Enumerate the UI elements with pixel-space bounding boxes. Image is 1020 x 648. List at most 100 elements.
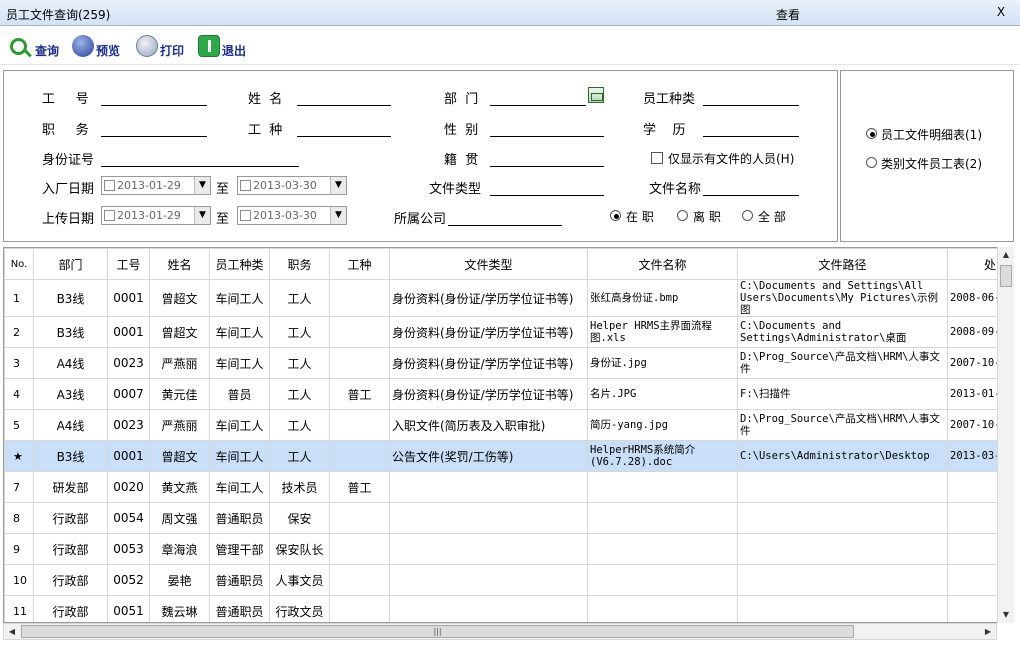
table-row[interactable]: 3 A4线 0023 严燕丽 车间工人 工人 身份资料(身份证/学历学位证书等) 身份证.jp… [4, 347, 1008, 379]
emp-type-input[interactable] [703, 88, 799, 106]
col-header-worktype[interactable]: 工种 [329, 248, 390, 280]
cell-file-path[interactable] [737, 502, 948, 534]
upload-to-checkbox[interactable] [240, 210, 251, 221]
cell-emp-no[interactable]: 0054 [107, 502, 150, 534]
cell-position[interactable]: 工人 [269, 378, 330, 410]
col-header-filetype[interactable]: 文件类型 [389, 248, 588, 280]
cell-file-type[interactable] [389, 471, 588, 503]
cell-name[interactable]: 周文强 [149, 502, 210, 534]
only-with-files-checkbox[interactable] [651, 152, 663, 164]
education-input[interactable] [703, 119, 799, 137]
cell-name[interactable]: 黄文燕 [149, 471, 210, 503]
upload-to-picker[interactable]: 2013-03-30 ▼ [237, 206, 347, 225]
cell-emp-no[interactable]: 0001 [107, 440, 150, 472]
cell-name[interactable]: 曾超文 [149, 440, 210, 472]
col-header-emptype[interactable]: 员工种类 [209, 248, 270, 280]
cell-name[interactable]: 严燕丽 [149, 409, 210, 441]
cell-position[interactable]: 技术员 [269, 471, 330, 503]
cell-emp-no[interactable]: 0001 [107, 316, 150, 348]
cell-dept[interactable]: 行政部 [33, 595, 108, 622]
cell-row-no[interactable]: 4 [4, 378, 34, 410]
cell-position[interactable]: 工人 [269, 347, 330, 379]
cell-emp-type[interactable]: 普员 [209, 378, 270, 410]
cell-name[interactable]: 魏云琳 [149, 595, 210, 622]
cell-file-name[interactable]: 名片.JPG [587, 378, 738, 410]
emp-no-input[interactable] [101, 88, 207, 106]
cell-file-name[interactable] [587, 502, 738, 534]
cell-dept[interactable]: 行政部 [33, 502, 108, 534]
chevron-down-icon[interactable]: ▼ [330, 207, 346, 224]
cell-work-type[interactable] [329, 316, 390, 348]
cell-emp-no[interactable]: 0051 [107, 595, 150, 622]
cell-file-path[interactable]: D:\Prog_Source\产品文档\HRM\人事文件 [737, 409, 948, 441]
cell-file-name[interactable] [587, 564, 738, 596]
upload-from-checkbox[interactable] [104, 210, 115, 221]
cell-file-path[interactable]: C:\Documents and Settings\All Users\Docu… [737, 279, 948, 317]
hire-from-checkbox[interactable] [104, 180, 115, 191]
dept-input[interactable] [490, 88, 586, 106]
cell-file-path[interactable] [737, 564, 948, 596]
cell-name[interactable]: 严燕丽 [149, 347, 210, 379]
cell-work-type[interactable] [329, 279, 390, 317]
cell-emp-type[interactable]: 车间工人 [209, 409, 270, 441]
cell-row-no[interactable]: 1 [4, 279, 34, 317]
gender-input[interactable] [490, 119, 604, 137]
upload-from-picker[interactable]: 2013-01-29 ▼ [101, 206, 211, 225]
cell-emp-type[interactable]: 管理干部 [209, 533, 270, 565]
cell-emp-no[interactable]: 0023 [107, 347, 150, 379]
cell-file-type[interactable]: 身份资料(身份证/学历学位证书等) [389, 347, 588, 379]
cell-file-type[interactable] [389, 533, 588, 565]
chevron-down-icon[interactable]: ▼ [330, 177, 346, 194]
cell-position[interactable]: 行政文员 [269, 595, 330, 622]
cell-dept[interactable]: B3线 [33, 279, 108, 317]
name-input[interactable] [297, 88, 391, 106]
cell-file-type[interactable]: 身份资料(身份证/学历学位证书等) [389, 316, 588, 348]
cell-file-type[interactable] [389, 564, 588, 596]
file-type-input[interactable] [490, 178, 604, 196]
table-row[interactable]: 10 行政部 0052 晏艳 普通职员 人事文员 [4, 564, 1008, 596]
cell-row-no[interactable]: 10 [4, 564, 34, 596]
cell-file-type[interactable]: 身份资料(身份证/学历学位证书等) [389, 279, 588, 317]
cell-file-path[interactable]: C:\Documents and Settings\Administrator\… [737, 316, 948, 348]
vertical-scrollbar[interactable]: ▲ ▼ [997, 247, 1014, 623]
cell-position[interactable]: 保安队长 [269, 533, 330, 565]
col-header-no[interactable]: No. [4, 248, 34, 280]
cell-file-path[interactable] [737, 471, 948, 503]
col-header-empno[interactable]: 工号 [107, 248, 150, 280]
vertical-scroll-thumb[interactable] [1000, 265, 1012, 287]
file-name-input[interactable] [703, 178, 799, 196]
exit-button[interactable]: 退出 [198, 33, 246, 59]
cell-name[interactable]: 晏艳 [149, 564, 210, 596]
cell-file-path[interactable]: F:\扫描件 [737, 378, 948, 410]
cell-file-name[interactable]: 简历-yang.jpg [587, 409, 738, 441]
report-category-radio[interactable] [866, 157, 877, 168]
cell-file-type[interactable] [389, 502, 588, 534]
calendar-icon[interactable] [588, 87, 604, 103]
work-type-input[interactable] [297, 119, 391, 137]
cell-name[interactable]: 曾超文 [149, 316, 210, 348]
table-row[interactable]: 2 B3线 0001 曾超文 车间工人 工人 身份资料(身份证/学历学位证书等) Helper… [4, 316, 1008, 348]
scroll-down-icon[interactable]: ▼ [998, 607, 1014, 623]
cell-position[interactable]: 工人 [269, 279, 330, 317]
cell-file-name[interactable]: HelperHRMS系统简介(V6.7.28).doc [587, 440, 738, 472]
cell-emp-no[interactable]: 0023 [107, 409, 150, 441]
cell-work-type[interactable] [329, 595, 390, 622]
cell-emp-type[interactable]: 车间工人 [209, 440, 270, 472]
scroll-left-icon[interactable]: ◀ [4, 624, 20, 639]
cell-dept[interactable]: 研发部 [33, 471, 108, 503]
col-header-filepath[interactable]: 文件路径 [737, 248, 948, 280]
cell-file-path[interactable] [737, 595, 948, 622]
cell-emp-no[interactable]: 0020 [107, 471, 150, 503]
cell-file-name[interactable]: 身份证.jpg [587, 347, 738, 379]
hire-to-checkbox[interactable] [240, 180, 251, 191]
chevron-down-icon[interactable]: ▼ [194, 207, 210, 224]
table-row[interactable]: 1 B3线 0001 曾超文 车间工人 工人 身份资料(身份证/学历学位证书等) 张红高身份证… [4, 279, 1008, 317]
company-input[interactable] [448, 208, 562, 226]
cell-emp-no[interactable]: 0052 [107, 564, 150, 596]
cell-work-type[interactable] [329, 440, 390, 472]
table-row[interactable]: ★ B3线 0001 曾超文 车间工人 工人 公告文件(奖罚/工伤等) HelperHRMS系… [4, 440, 1008, 472]
col-header-dept[interactable]: 部门 [33, 248, 108, 280]
status-all-radio[interactable] [742, 210, 753, 221]
cell-dept[interactable]: B3线 [33, 440, 108, 472]
status-left-radio[interactable] [677, 210, 688, 221]
